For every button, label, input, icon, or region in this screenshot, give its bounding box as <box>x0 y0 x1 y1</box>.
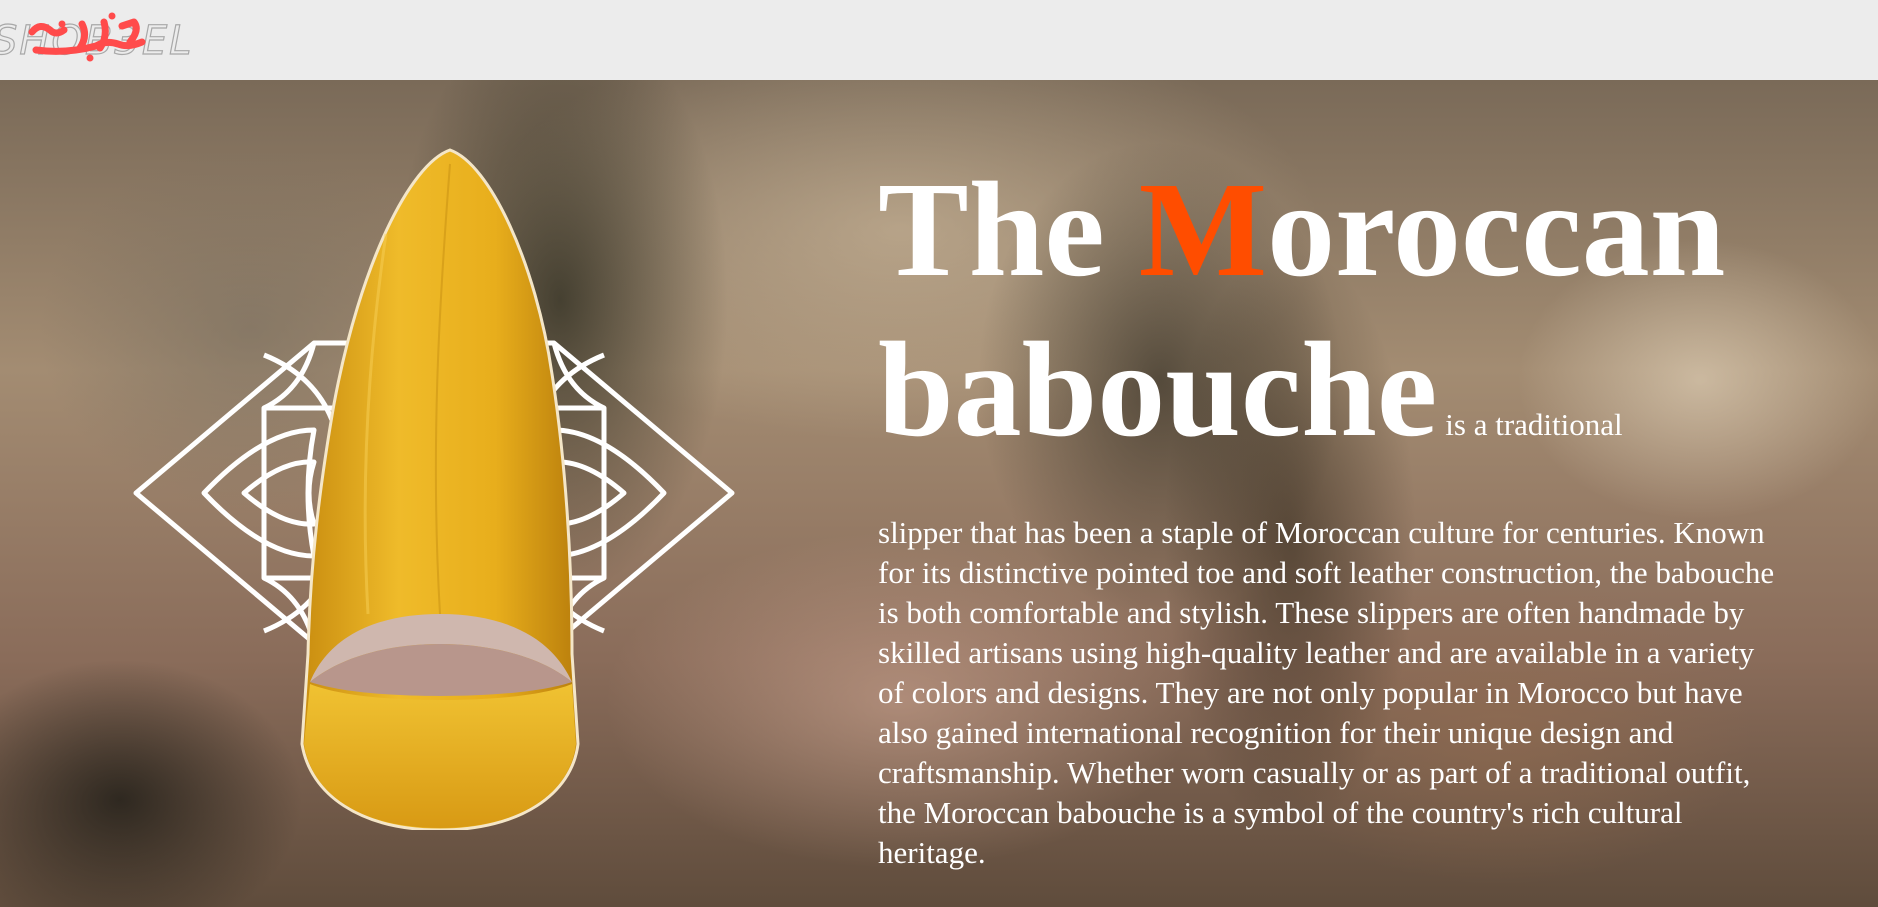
title-accent-letter: M <box>1138 155 1268 305</box>
hero-description: slipper that has been a staple of Morocc… <box>878 515 1775 870</box>
navbar: SHOB3EL home order-now prorgers <box>0 0 1878 80</box>
hero-title-line-1: The Moroccan <box>878 150 1778 310</box>
babouche-slipper-image <box>290 144 590 830</box>
logo-image: SHOB3EL <box>0 12 193 64</box>
hero-content: The Moroccan babouche is a traditional sl… <box>878 150 1778 873</box>
title-word-rest: oroccan <box>1267 155 1726 305</box>
hero-inline-text: is a traditional <box>1445 407 1623 442</box>
site-logo[interactable]: SHOB3EL <box>0 2 202 64</box>
hero-title-line-2: babouche is a traditional <box>878 310 1778 505</box>
page: SHOB3EL home order-now prorgers <box>0 0 1878 907</box>
hero-section: The Moroccan babouche is a traditional sl… <box>0 80 1878 907</box>
svg-text:SHOB3EL: SHOB3EL <box>0 18 193 64</box>
title-word-the: The <box>878 155 1105 305</box>
title-word-babouche: babouche <box>878 315 1438 465</box>
